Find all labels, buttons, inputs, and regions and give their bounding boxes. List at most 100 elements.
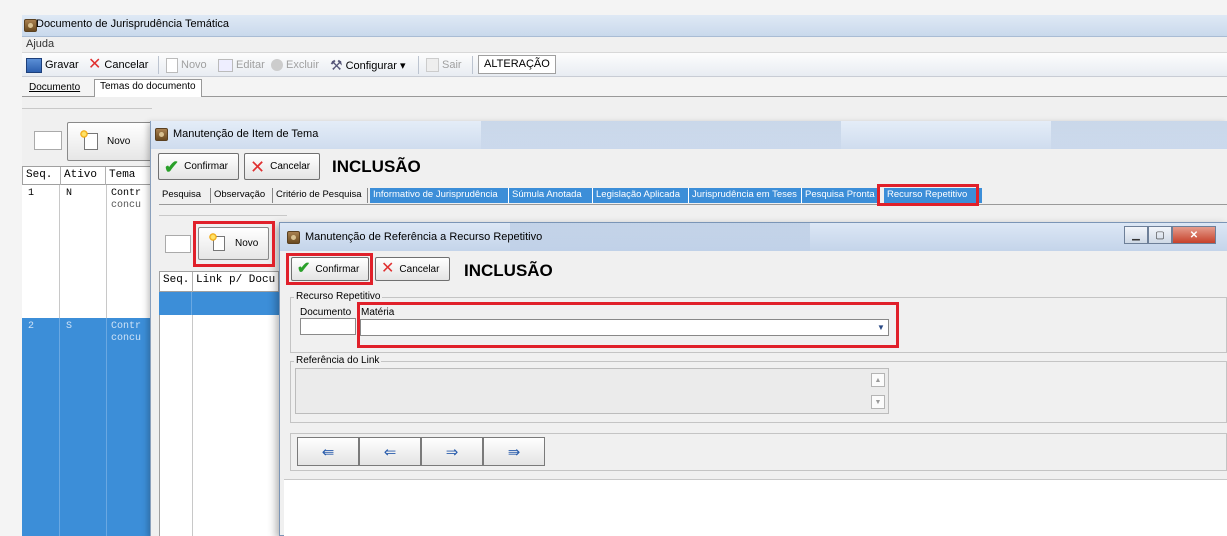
documento-label: Documento — [300, 307, 352, 318]
main-toolbar: Gravar ✕ Cancelar Novo Editar Excluir ⚒ … — [22, 53, 1227, 77]
mode-indicator: ALTERAÇÃO — [478, 55, 556, 74]
tab-recurso-repetitivo[interactable]: Recurso Repetitivo — [884, 188, 982, 203]
mid-novo-label: Novo — [235, 238, 259, 249]
new-document-icon — [209, 233, 225, 251]
col-ativo[interactable]: Ativo — [61, 167, 106, 185]
maximize-button[interactable]: ▢ — [1148, 226, 1172, 244]
inner-cancel-button[interactable]: ✕ Cancelar — [375, 257, 450, 281]
configure-tools-icon: ⚒ — [330, 56, 343, 73]
novo-toolbar-label: Novo — [181, 59, 207, 71]
configurar-label: Configurar ▾ — [345, 59, 406, 72]
mid-mode-title: INCLUSÃO — [332, 157, 421, 176]
maximize-icon: ▢ — [1155, 229, 1165, 241]
scroll-up-icon[interactable]: ▲ — [871, 373, 885, 387]
sair-label: Sair — [442, 59, 462, 71]
outer-window-title: Documento de Jurisprudência Temática — [36, 18, 230, 30]
double-arrow-left-icon: ⇚ — [321, 443, 335, 461]
referencia-link-textarea[interactable]: ▲ ▼ — [295, 368, 889, 414]
chevron-down-icon[interactable]: ▼ — [874, 320, 888, 335]
tab-jurisprudencia-em-teses[interactable]: Jurisprudência em Teses — [689, 188, 802, 203]
tab-criterio-de-pesquisa[interactable]: Critério de Pesquisa — [273, 188, 368, 203]
background-ghost — [510, 223, 810, 251]
recurso-repetitivo-window: Manutenção de Referência a Recurso Repet… — [279, 222, 1227, 536]
app-icon — [155, 128, 168, 141]
inner-titlebar: Manutenção de Referência a Recurso Repet… — [280, 223, 1227, 251]
left-novo-label: Novo — [107, 136, 131, 147]
grid-line — [192, 315, 193, 536]
mid-grid-header: Seq. Link p/ Docu — [159, 271, 279, 292]
col-seq[interactable]: Seq. — [160, 272, 193, 292]
mid-novo-button[interactable]: Novo — [198, 227, 269, 260]
menu-bar: Ajuda — [22, 37, 1227, 53]
first-record-button[interactable]: ⇚ — [297, 437, 359, 466]
mid-confirm-button[interactable]: ✔ Confirmar — [158, 153, 239, 180]
arrow-right-icon: ⇒ — [445, 443, 459, 461]
tab-pesquisa-pronta[interactable]: Pesquisa Pronta — [802, 188, 880, 203]
cancelar-button[interactable]: ✕ Cancelar — [86, 55, 150, 75]
mid-window-title: Manutenção de Item de Tema — [173, 128, 319, 140]
next-record-button[interactable]: ⇒ — [421, 437, 483, 466]
excluir-label: Excluir — [286, 59, 320, 71]
documento-field[interactable] — [300, 318, 356, 335]
inner-confirm-button[interactable]: ✔ Confirmar — [291, 257, 369, 281]
cancel-x-icon: ✕ — [88, 56, 102, 73]
mid-confirm-label: Confirmar — [184, 161, 228, 172]
edit-icon — [218, 58, 233, 72]
left-small-box — [34, 131, 62, 150]
tab-legislacao-aplicada[interactable]: Legislação Aplicada — [593, 188, 689, 203]
cell-tema-cont: concu — [111, 333, 142, 344]
tab-sumula-anotada[interactable]: Súmula Anotada — [509, 188, 593, 203]
last-record-button[interactable]: ⇛ — [483, 437, 545, 466]
tab-informativo-de-jurisprudencia[interactable]: Informativo de Jurisprudência — [370, 188, 509, 203]
background-ghost — [1051, 121, 1227, 149]
inner-cancel-label: Cancelar — [399, 263, 440, 275]
table-row[interactable]: 1 N Contr concu — [22, 185, 152, 318]
materia-combobox[interactable]: ▼ — [360, 319, 889, 336]
tab-pesquisa[interactable]: Pesquisa — [159, 188, 211, 203]
mid-titlebar: Manutenção de Item de Tema — [151, 121, 1227, 149]
delete-icon — [271, 59, 283, 71]
mid-panel-divider — [159, 215, 287, 216]
novo-toolbar-button[interactable]: Novo — [164, 55, 209, 75]
close-button[interactable]: ✕ — [1172, 226, 1216, 244]
menu-ajuda[interactable]: Ajuda — [26, 38, 54, 50]
configurar-button[interactable]: ⚒ Configurar ▾ — [328, 55, 408, 75]
cell-ativo: N — [66, 188, 73, 199]
close-icon: ✕ — [1189, 229, 1199, 241]
check-icon: ✔ — [297, 260, 311, 277]
col-seq[interactable]: Seq. — [23, 167, 61, 185]
minimize-button[interactable]: ▁ — [1124, 226, 1148, 244]
mid-cancel-button[interactable]: ✕ Cancelar — [244, 153, 320, 180]
table-row[interactable]: 2 S Contr concu — [22, 318, 152, 536]
table-row[interactable] — [159, 292, 279, 315]
col-link-documento[interactable]: Link p/ Docu — [193, 272, 280, 292]
tab-documento[interactable]: Documento — [24, 81, 85, 97]
col-tema[interactable]: Tema — [106, 167, 153, 185]
cell-ativo: S — [66, 321, 73, 332]
grid-line — [59, 185, 60, 318]
tab-strip-border — [159, 204, 1227, 205]
inner-confirm-label: Confirmar — [315, 263, 360, 275]
minimize-icon: ▁ — [1132, 229, 1140, 241]
arrow-left-icon: ⇐ — [383, 443, 397, 461]
cancel-x-icon: ✕ — [381, 260, 395, 277]
tab-temas-do-documento[interactable]: Temas do documento — [94, 79, 202, 98]
previous-record-button[interactable]: ⇐ — [359, 437, 421, 466]
left-novo-button[interactable]: Novo — [67, 122, 153, 161]
cancelar-label: Cancelar — [104, 59, 149, 71]
toolbar-separator — [158, 56, 159, 74]
gravar-button[interactable]: Gravar — [24, 55, 81, 75]
inner-mode-title: INCLUSÃO — [464, 261, 553, 280]
sair-button[interactable]: Sair — [424, 55, 464, 75]
cell-seq: 2 — [28, 321, 35, 332]
mid-grid-body — [159, 315, 279, 536]
editar-button[interactable]: Editar — [216, 55, 267, 75]
tab-observacao[interactable]: Observação — [211, 188, 273, 203]
cell-tema-cont: concu — [111, 200, 142, 211]
check-icon: ✔ — [164, 156, 180, 177]
inner-window-title: Manutenção de Referência a Recurso Repet… — [305, 231, 543, 243]
toolbar-separator — [418, 56, 419, 74]
outer-titlebar: Documento de Jurisprudência Temática — [22, 15, 1227, 37]
scroll-down-icon[interactable]: ▼ — [871, 395, 885, 409]
excluir-button[interactable]: Excluir — [269, 55, 321, 75]
